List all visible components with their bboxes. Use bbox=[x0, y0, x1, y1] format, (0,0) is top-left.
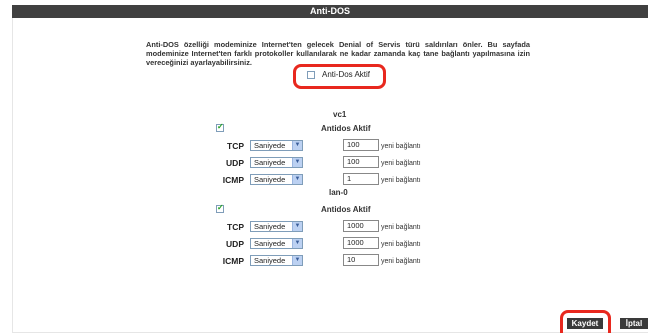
unit-select[interactable]: Saniyede ▼ bbox=[250, 174, 303, 185]
rate-suffix: yeni bağlantı bbox=[381, 224, 421, 231]
vc1-enable-checkbox[interactable] bbox=[216, 122, 224, 132]
lan-0-enable-label: Antidos Aktif bbox=[321, 205, 371, 214]
unit-select[interactable]: Saniyede ▼ bbox=[250, 255, 303, 266]
lan-0-enable-checkbox[interactable] bbox=[216, 203, 224, 213]
rate-input[interactable]: 1 bbox=[343, 173, 379, 185]
chevron-down-icon[interactable]: ▼ bbox=[292, 175, 302, 184]
chevron-down-icon[interactable]: ▼ bbox=[292, 239, 302, 248]
unit-select-value: Saniyede bbox=[254, 158, 286, 167]
rate-suffix: yeni bağlantı bbox=[381, 177, 421, 184]
protocol-label: TCP bbox=[227, 222, 244, 232]
rate-input[interactable]: 100 bbox=[343, 139, 379, 151]
unit-select-value: Saniyede bbox=[254, 256, 286, 265]
protocol-label: UDP bbox=[226, 158, 244, 168]
protocol-label: UDP bbox=[226, 239, 244, 249]
unit-select[interactable]: Saniyede ▼ bbox=[250, 238, 303, 249]
description-text: Anti-DOS özelliği modeminize Internet'te… bbox=[146, 40, 530, 67]
unit-select-value: Saniyede bbox=[254, 222, 286, 231]
vc1-enable-label: Antidos Aktif bbox=[321, 124, 371, 133]
unit-select-value: Saniyede bbox=[254, 175, 286, 184]
chevron-down-icon[interactable]: ▼ bbox=[292, 222, 302, 231]
rate-suffix: yeni bağlantı bbox=[381, 258, 421, 265]
chevron-down-icon[interactable]: ▼ bbox=[292, 256, 302, 265]
chevron-down-icon[interactable]: ▼ bbox=[292, 158, 302, 167]
unit-select[interactable]: Saniyede ▼ bbox=[250, 221, 303, 232]
highlight-global-toggle bbox=[293, 64, 386, 89]
protocol-label: ICMP bbox=[222, 256, 244, 266]
protocol-label: ICMP bbox=[222, 175, 244, 185]
unit-select[interactable]: Saniyede ▼ bbox=[250, 140, 303, 151]
left-border bbox=[12, 18, 13, 333]
rate-input[interactable]: 1000 bbox=[343, 220, 379, 232]
unit-select-value: Saniyede bbox=[254, 239, 286, 248]
highlight-save-button bbox=[560, 310, 611, 333]
rate-input[interactable]: 10 bbox=[343, 254, 379, 266]
rate-suffix: yeni bağlantı bbox=[381, 241, 421, 248]
interface-name-lan-0: lan-0 bbox=[329, 188, 348, 197]
rate-input[interactable]: 1000 bbox=[343, 237, 379, 249]
protocol-label: TCP bbox=[227, 141, 244, 151]
chevron-down-icon[interactable]: ▼ bbox=[292, 141, 302, 150]
cancel-button[interactable]: İptal bbox=[620, 318, 648, 329]
unit-select-value: Saniyede bbox=[254, 141, 286, 150]
rate-suffix: yeni bağlantı bbox=[381, 143, 421, 150]
unit-select[interactable]: Saniyede ▼ bbox=[250, 157, 303, 168]
page-title: Anti-DOS bbox=[12, 5, 648, 18]
interface-name-vc1: vc1 bbox=[333, 110, 347, 119]
rate-suffix: yeni bağlantı bbox=[381, 160, 421, 167]
rate-input[interactable]: 100 bbox=[343, 156, 379, 168]
